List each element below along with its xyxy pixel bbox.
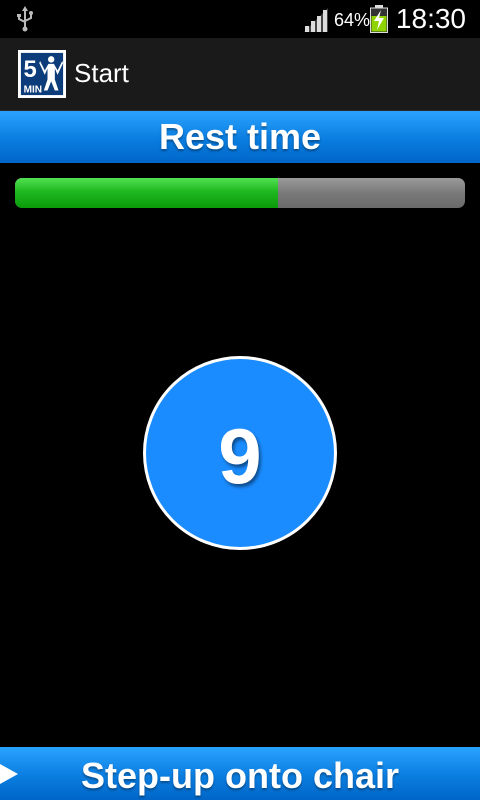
- app-title[interactable]: Start: [74, 58, 129, 89]
- play-icon[interactable]: [0, 762, 20, 786]
- app-logo-icon[interactable]: 5 MIN: [18, 50, 66, 98]
- battery-charging-icon: [370, 5, 388, 33]
- action-bar: 5 MIN Start: [0, 38, 480, 111]
- logo-number: 5: [23, 56, 36, 83]
- clock: 18:30: [395, 3, 466, 34]
- countdown-circle: 9: [143, 356, 337, 550]
- rest-progress-fill: [15, 178, 279, 208]
- battery-percent: 64%: [334, 10, 371, 30]
- status-bar: 64% 18:30: [0, 0, 480, 38]
- next-exercise-banner[interactable]: Step-up onto chair: [0, 747, 480, 800]
- countdown-value: 9: [218, 412, 262, 500]
- screen: 64% 18:30 5 MIN Start Rest time 9 Step-u…: [0, 0, 480, 800]
- logo-unit: MIN: [24, 84, 42, 95]
- usb-icon: [17, 6, 33, 32]
- signal-icon: [304, 8, 328, 32]
- rest-progress-bar: [15, 178, 465, 208]
- rest-time-banner: Rest time: [0, 111, 480, 163]
